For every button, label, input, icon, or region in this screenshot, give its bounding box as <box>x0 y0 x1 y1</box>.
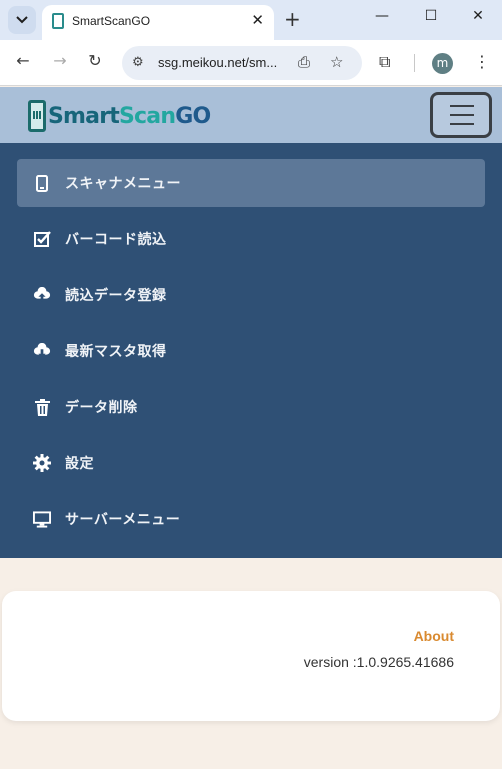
reload-icon[interactable]: ↻ <box>84 51 106 70</box>
toolbar-divider <box>414 54 415 72</box>
hamburger-line <box>450 123 474 125</box>
minimize-icon[interactable]: — <box>372 8 392 24</box>
nav-item-master-download[interactable]: 最新マスタ取得 <box>17 327 485 375</box>
trash-icon <box>33 398 51 416</box>
checkbox-icon <box>33 230 51 248</box>
menu-toggle-button[interactable] <box>430 92 492 138</box>
cloud-download-icon <box>33 342 51 360</box>
logo-text: SmartScanGO <box>48 103 211 129</box>
monitor-icon <box>33 510 51 528</box>
back-arrow-icon[interactable]: ← <box>12 51 34 70</box>
tab-title: SmartScanGO <box>72 14 151 28</box>
nav-item-settings[interactable]: 設定 <box>17 439 485 487</box>
cloud-upload-icon <box>33 286 51 304</box>
version-text: version :1.0.9265.41686 <box>303 654 454 670</box>
nav-item-barcode-read[interactable]: バーコード読込 <box>17 215 485 263</box>
browser-tab-strip: SmartScanGO ✕ + — ☐ ✕ <box>0 0 502 40</box>
nav-item-delete-data[interactable]: データ削除 <box>17 383 485 431</box>
site-info-icon[interactable]: ⚙ <box>132 55 144 70</box>
url-text[interactable]: ssg.meikou.net/sm... <box>158 55 277 70</box>
tab-search-button[interactable] <box>8 6 36 34</box>
nav-item-label: サーバーメニュー <box>65 512 181 528</box>
nav-item-server-menu[interactable]: サーバーメニュー <box>17 495 485 543</box>
app-header: SmartScanGO <box>0 87 502 143</box>
app-favicon-icon <box>52 13 64 29</box>
address-bar[interactable]: ⚙ ssg.meikou.net/sm... ⎙ ☆ <box>122 46 362 80</box>
smartscango-logo[interactable]: SmartScanGO <box>28 99 211 133</box>
logo-phone-icon <box>28 100 46 132</box>
about-card: About version :1.0.9265.41686 <box>2 591 500 721</box>
maximize-icon[interactable]: ☐ <box>421 8 441 24</box>
close-tab-icon[interactable]: ✕ <box>251 11 264 29</box>
chevron-down-icon <box>16 16 28 24</box>
gear-icon <box>33 454 51 472</box>
nav-item-label: 読込データ登録 <box>65 288 167 304</box>
hamburger-line <box>450 105 474 107</box>
nav-item-label: 最新マスタ取得 <box>65 344 167 360</box>
nav-item-label: データ削除 <box>65 400 138 416</box>
nav-item-label: スキャナメニュー <box>65 176 181 192</box>
forward-arrow-icon[interactable]: → <box>49 51 71 70</box>
phone-icon <box>33 174 51 192</box>
browser-tab[interactable]: SmartScanGO ✕ <box>42 5 274 40</box>
hamburger-line <box>450 114 474 116</box>
nav-item-label: 設定 <box>65 456 94 472</box>
nav-item-label: バーコード読込 <box>65 232 167 248</box>
about-link[interactable]: About <box>414 628 454 644</box>
extensions-icon[interactable]: ⧉ <box>379 52 390 72</box>
browser-toolbar: ← → ↻ ⚙ ssg.meikou.net/sm... ⎙ ☆ ⧉ m ⋮ <box>0 40 502 86</box>
nav-item-scanner-menu[interactable]: スキャナメニュー <box>17 159 485 207</box>
nav-item-upload-data[interactable]: 読込データ登録 <box>17 271 485 319</box>
new-tab-button[interactable]: + <box>284 7 301 31</box>
browser-menu-icon[interactable]: ⋮ <box>474 52 490 71</box>
profile-avatar[interactable]: m <box>432 53 453 74</box>
window-close-icon[interactable]: ✕ <box>468 8 488 24</box>
side-nav-menu: スキャナメニュー バーコード読込 読込データ登録 最新マスタ取得 データ削除 設… <box>0 143 502 558</box>
install-app-icon[interactable]: ⎙ <box>298 53 310 71</box>
bookmark-star-icon[interactable]: ☆ <box>330 53 343 71</box>
